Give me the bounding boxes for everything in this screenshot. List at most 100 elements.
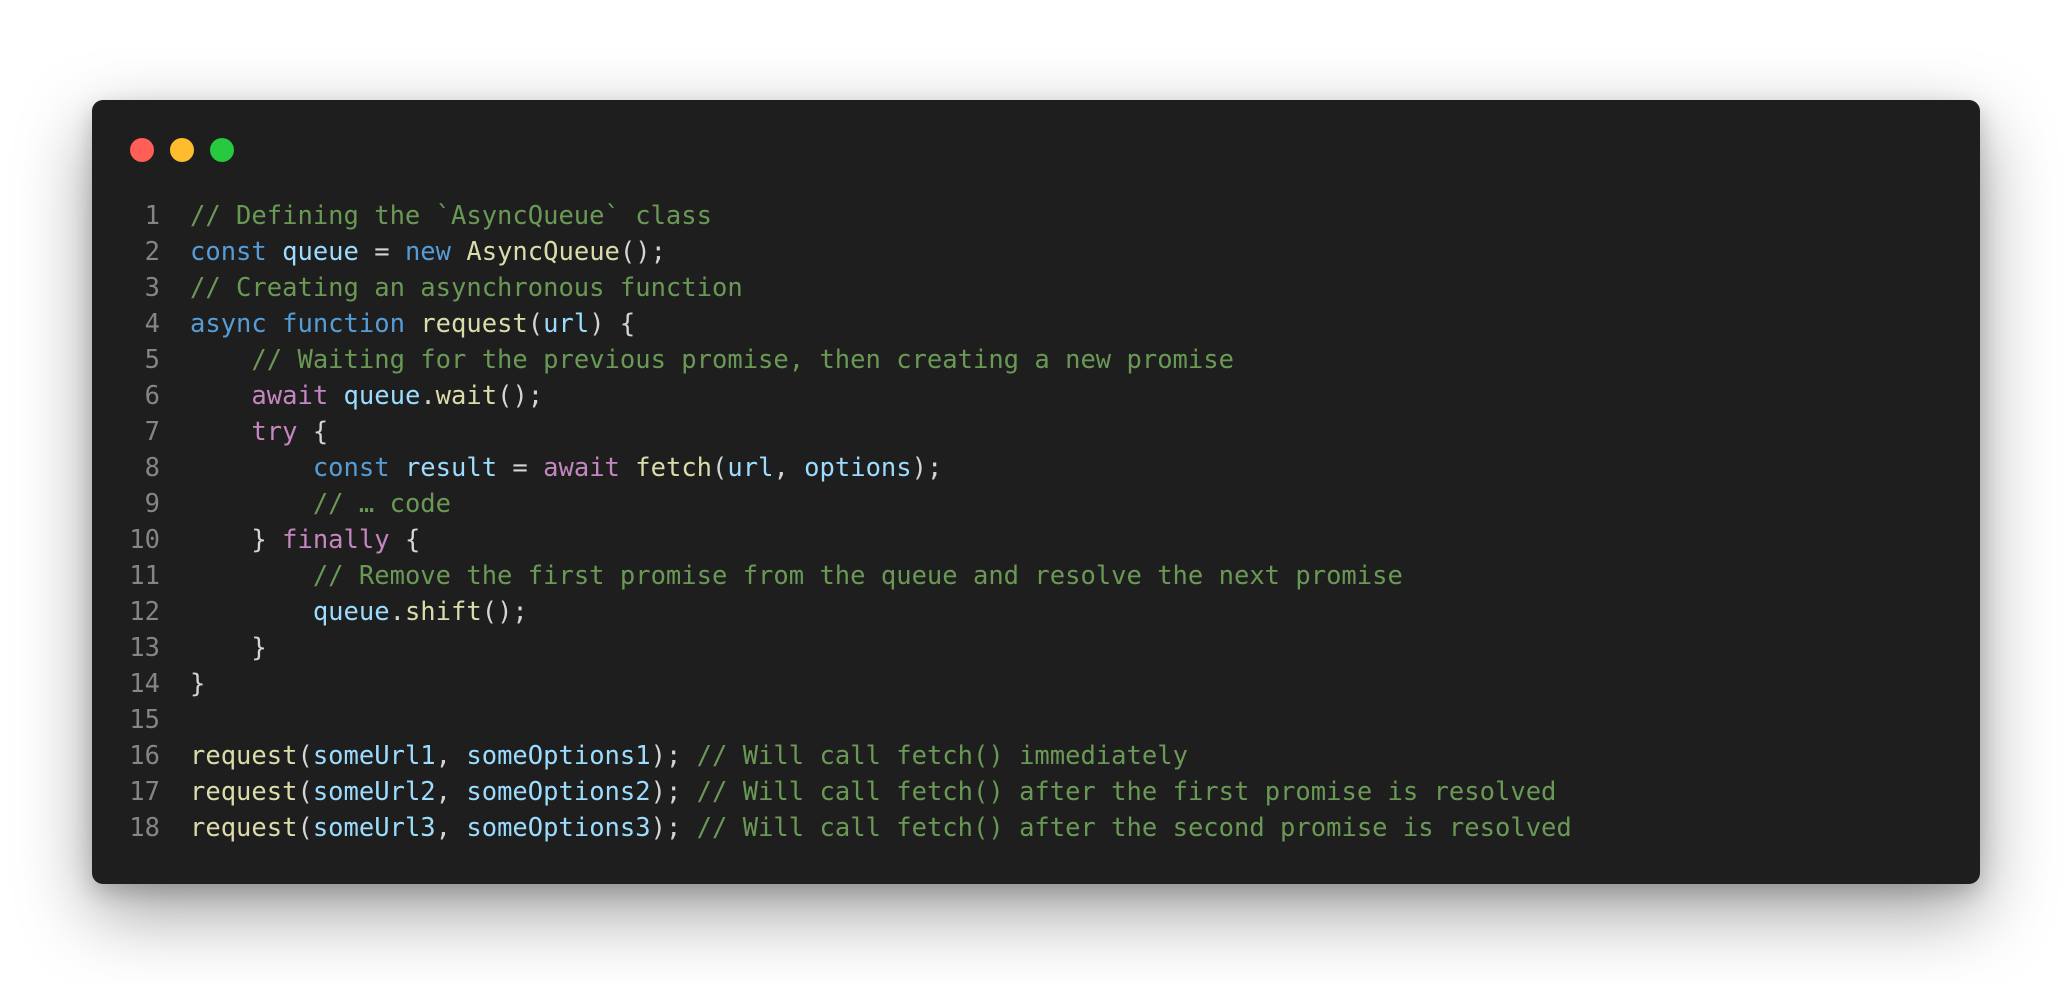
- code-token-comment: // Waiting for the previous promise, the…: [251, 345, 1234, 375]
- code-token-punc: [451, 237, 466, 267]
- line-number: 4: [144, 309, 160, 339]
- code-window: 1// Defining the `AsyncQueue` class 2 cons…: [92, 100, 1980, 884]
- code-token-control: try: [251, 417, 298, 447]
- code-line: 16 request(someUrl1, someOptions1); // Wi…: [92, 738, 1980, 774]
- line-number: 9: [144, 489, 160, 519]
- code-token-punc: );: [911, 453, 943, 483]
- code-token-punc: [190, 453, 313, 483]
- code-text: queue.shift();: [160, 594, 528, 630]
- code-token-comment: // Will call fetch() immediately: [696, 741, 1188, 771]
- code-token-punc: [620, 453, 635, 483]
- code-token-punc: [190, 381, 251, 411]
- code-token-func: request: [190, 777, 298, 807]
- code-token-punc: ) {: [589, 309, 636, 339]
- code-token-punc: ,: [435, 741, 467, 771]
- code-line: 4 async function request(url) {: [92, 306, 1980, 342]
- code-token-var: someOptions1: [466, 741, 651, 771]
- code-token-comment: // … code: [312, 489, 451, 519]
- code-token-func: request: [190, 741, 298, 771]
- code-token-punc: [190, 345, 251, 375]
- code-text: request(someUrl2, someOptions2); // Will…: [160, 774, 1556, 810]
- code-token-punc: );: [650, 777, 697, 807]
- code-token-punc: (: [297, 741, 313, 771]
- code-line: 11 // Remove the first promise from the …: [92, 558, 1980, 594]
- code-token-control: await: [543, 453, 620, 483]
- code-token-comment: // Will call fetch() after the first pro…: [696, 777, 1557, 807]
- code-token-var: url: [543, 309, 590, 339]
- code-line: 10 } finally {: [92, 522, 1980, 558]
- code-line: 18 request(someUrl3, someOptions3); // Wi…: [92, 810, 1980, 846]
- line-number: 5: [144, 345, 160, 375]
- line-number: 16: [129, 741, 160, 771]
- code-token-punc: (: [527, 309, 544, 339]
- code-token-punc: [190, 561, 313, 591]
- code-line: 6 await queue.wait();: [92, 378, 1980, 414]
- code-text: } finally {: [160, 522, 420, 558]
- maximize-window-button[interactable]: [210, 138, 234, 162]
- code-token-func: shift: [404, 597, 482, 627]
- minimize-window-button[interactable]: [170, 138, 194, 162]
- code-token-punc: [267, 309, 282, 339]
- line-number: 14: [129, 669, 160, 699]
- code-token-var: someUrl2: [312, 777, 436, 807]
- code-token-punc: .: [420, 381, 436, 411]
- code-token-punc: {: [389, 525, 421, 555]
- code-token-var: queue: [343, 381, 421, 411]
- code-token-comment: // Will call fetch() after the second pr…: [696, 813, 1572, 843]
- code-token-punc: (: [297, 777, 313, 807]
- code-token-punc: [190, 417, 251, 447]
- line-number: 3: [144, 273, 160, 303]
- code-token-var: url: [727, 453, 774, 483]
- window-controls: [130, 138, 234, 162]
- code-token-var: someOptions2: [466, 777, 651, 807]
- code-line: 3 // Creating an asynchronous function: [92, 270, 1980, 306]
- code-token-punc: ();: [497, 381, 544, 411]
- code-text: }: [160, 630, 267, 666]
- line-number: 10: [129, 525, 160, 555]
- code-token-punc: [405, 309, 420, 339]
- code-text: const queue = new AsyncQueue();: [160, 234, 666, 270]
- code-token-var: someOptions3: [466, 813, 651, 843]
- code-token-control: await: [251, 381, 329, 411]
- code-line: 15: [92, 702, 1980, 738]
- code-token-punc: .: [389, 597, 405, 627]
- code-token-punc: (: [712, 453, 728, 483]
- code-token-var: queue: [282, 237, 359, 267]
- code-token-comment: // Remove the first promise from the que…: [312, 561, 1403, 591]
- close-window-button[interactable]: [130, 138, 154, 162]
- code-editor[interactable]: 1// Defining the `AsyncQueue` class 2 cons…: [92, 198, 1980, 846]
- line-number: 11: [129, 561, 160, 591]
- line-number: 13: [129, 633, 160, 663]
- line-number: 18: [129, 813, 160, 843]
- line-number: 7: [144, 417, 160, 447]
- code-token-punc: [190, 489, 313, 519]
- code-token-punc: =: [358, 237, 405, 267]
- code-token-var: result: [404, 453, 498, 483]
- code-token-punc: [390, 453, 405, 483]
- code-text: request(someUrl3, someOptions3); // Will…: [160, 810, 1572, 846]
- code-token-punc: );: [650, 813, 697, 843]
- code-token-punc: }: [190, 669, 206, 699]
- code-token-punc: [267, 237, 282, 267]
- code-line: 13 }: [92, 630, 1980, 666]
- code-token-punc: [328, 381, 343, 411]
- code-token-var: someUrl3: [312, 813, 436, 843]
- code-text: // Waiting for the previous promise, the…: [160, 342, 1234, 378]
- code-token-keyword: new: [404, 237, 452, 267]
- code-token-punc: }: [190, 633, 267, 663]
- code-token-var: someUrl1: [312, 741, 436, 771]
- line-number: 8: [144, 453, 160, 483]
- code-token-keyword: async: [190, 309, 267, 339]
- code-line: 1 // Defining the `AsyncQueue` class: [92, 198, 1980, 234]
- code-token-func: request: [190, 813, 298, 843]
- line-number: 6: [144, 381, 160, 411]
- code-line: 12 queue.shift();: [92, 594, 1980, 630]
- code-token-func: fetch: [635, 453, 713, 483]
- code-token-punc: =: [497, 453, 544, 483]
- code-token-func: request: [420, 309, 528, 339]
- code-line: 9 // … code: [92, 486, 1980, 522]
- code-line: 2 const queue = new AsyncQueue();: [92, 234, 1980, 270]
- code-text: // Remove the first promise from the que…: [160, 558, 1403, 594]
- code-token-func: wait: [435, 381, 498, 411]
